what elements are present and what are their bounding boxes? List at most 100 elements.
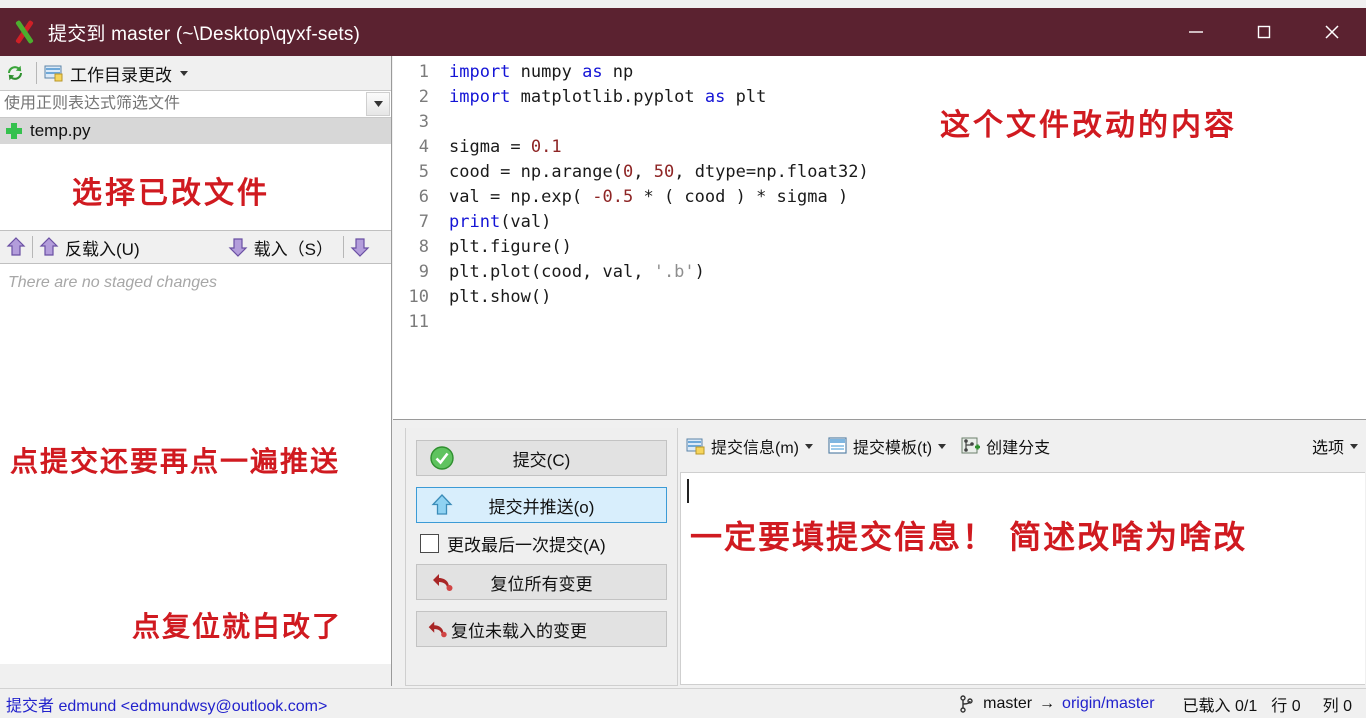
reset-all-changes-button[interactable]: 复位所有变更 — [416, 564, 667, 600]
options-menu[interactable]: 选项 — [1312, 434, 1358, 458]
line-number: 9 — [418, 262, 429, 282]
line-number: 4 — [418, 137, 429, 157]
line-number: 11 — [408, 312, 429, 332]
minimize-button[interactable] — [1162, 8, 1230, 56]
code-line: print(val) — [449, 210, 869, 235]
status-bar: 提交者 edmund <edmundwsy@outlook.com> maste… — [0, 688, 1366, 718]
arrow-down-icon[interactable] — [350, 236, 370, 258]
code-line: import matplotlib.pyplot as plt — [449, 85, 869, 110]
refresh-icon[interactable] — [4, 62, 26, 84]
col-value: 0 — [1343, 697, 1352, 715]
reset-unstaged-changes-button[interactable]: 复位未载入的变更 — [416, 611, 667, 647]
code-token: cood = np.arange( — [449, 162, 623, 182]
plus-added-icon — [6, 123, 22, 139]
reset-all-label: 复位所有变更 — [490, 574, 593, 594]
commit-template-menu[interactable]: 提交模板(t) — [827, 434, 954, 458]
code-line: import numpy as np — [449, 60, 869, 85]
code-token: print — [449, 212, 501, 232]
commit-message-icon — [685, 436, 707, 456]
annotation-select-file: 选择已改文件 — [72, 176, 270, 211]
code-line: val = np.exp( -0.5 * ( cood ) * sigma ) — [449, 185, 869, 210]
filter-row — [0, 90, 391, 118]
window-controls — [1162, 8, 1366, 56]
undo-red-icon — [425, 617, 449, 641]
code-content[interactable]: import numpy as np import matplotlib.pypl… — [437, 60, 869, 335]
amend-checkbox-label: 更改最后一次提交(A) — [447, 536, 606, 555]
tortoisegit-x-icon — [12, 19, 38, 45]
code-line: plt.figure() — [449, 235, 869, 260]
chevron-down-icon[interactable] — [938, 443, 947, 449]
undo-red-icon — [429, 569, 455, 595]
list-item[interactable]: temp.py — [0, 118, 391, 144]
annotation-commit-then-push: 点提交还要再点一遍推送 — [10, 445, 341, 478]
commit-button[interactable]: 提交(C) — [416, 440, 667, 476]
code-line: plt.plot(cood, val, '.b') — [449, 260, 869, 285]
filter-dropdown-button[interactable] — [366, 92, 390, 116]
arrow-up-icon[interactable] — [6, 236, 26, 258]
column-indicator: 列 0 — [1323, 692, 1352, 716]
code-token: 50 — [653, 162, 675, 182]
line-value: 0 — [1291, 697, 1301, 715]
code-token: , — [633, 162, 654, 182]
file-list-toolbar: 工作目录更改 — [0, 56, 391, 90]
code-token: sigma = — [449, 137, 531, 157]
create-branch-button[interactable]: 创建分支 — [960, 434, 1050, 458]
create-branch-icon — [960, 436, 982, 456]
no-staged-changes-text: There are no staged changes — [8, 274, 218, 291]
code-token: import — [449, 87, 511, 107]
code-token: import — [449, 62, 511, 82]
amend-checkbox[interactable] — [420, 534, 439, 553]
amend-checkbox-row[interactable]: 更改最后一次提交(A) — [406, 523, 677, 564]
commit-template-icon — [827, 436, 849, 456]
commit-message-toolbar: 提交信息(m) 提交模板(t) 创建分支 选项 — [679, 428, 1366, 464]
code-token: as — [704, 87, 726, 107]
staged-value: 0/1 — [1235, 697, 1258, 715]
commit-and-push-button[interactable]: 提交并推送(o) — [416, 487, 667, 523]
commit-message-input[interactable] — [680, 472, 1365, 685]
line-number-gutter: 1 2 3 4 5 6 7 8 9 10 11 — [393, 60, 437, 335]
close-button[interactable] — [1298, 8, 1366, 56]
code-token: plt — [725, 87, 767, 107]
file-list-panel: 工作目录更改 temp.py 反载入(U) — [0, 56, 392, 686]
blue-up-arrow-icon — [429, 492, 455, 518]
current-branch: master — [983, 694, 1033, 712]
line-number: 1 — [418, 62, 429, 82]
code-token: plt.figure() — [449, 237, 572, 257]
col-label: 列 — [1322, 697, 1339, 715]
code-token: (val) — [500, 212, 552, 232]
branch-icon — [959, 694, 975, 713]
code-line: cood = np.arange(0, 50, dtype=np.float32… — [449, 160, 869, 185]
maximize-button[interactable] — [1230, 8, 1298, 56]
line-number: 3 — [418, 112, 429, 132]
commit-message-menu[interactable]: 提交信息(m) — [685, 434, 821, 458]
chevron-down-icon[interactable] — [1350, 443, 1358, 449]
code-token: * ( cood ) * sigma ) — [633, 187, 849, 207]
line-number: 6 — [418, 187, 429, 207]
chevron-down-icon[interactable] — [805, 443, 813, 449]
chevron-down-icon[interactable] — [180, 70, 188, 76]
filter-input[interactable] — [0, 95, 340, 113]
author-value: edmund <edmundwsy@outlook.com> — [58, 697, 328, 715]
annotation-must-fill-message: 一定要填提交信息！ 简述改啥为啥改 — [690, 518, 1248, 556]
unstage-button-label[interactable]: 反载入(U) — [65, 235, 140, 260]
stage-button-label[interactable]: 载入（S） — [254, 235, 333, 260]
branch-arrow-icon: → — [1039, 694, 1056, 712]
create-branch-label: 创建分支 — [986, 440, 1051, 457]
green-check-icon — [429, 445, 455, 471]
staged-count: 已载入 0/1 — [1183, 692, 1258, 716]
code-token: numpy — [510, 62, 583, 82]
working-dir-label[interactable]: 工作目录更改 — [70, 61, 172, 86]
file-changes-icon — [43, 63, 65, 83]
commit-button-label: 提交(C) — [512, 450, 571, 470]
code-token: ) — [694, 262, 705, 282]
arrow-up-icon[interactable] — [39, 236, 59, 258]
line-number: 5 — [418, 162, 429, 182]
arrow-down-icon[interactable] — [228, 236, 248, 258]
text-cursor — [687, 479, 689, 503]
options-label: 选项 — [1311, 440, 1344, 457]
toolbar-separator — [36, 62, 37, 84]
code-token: -0.5 — [592, 187, 634, 207]
code-token: matplotlib.pyplot — [510, 87, 705, 107]
window-title: 提交到 master (~\Desktop\qyxf-sets) — [48, 23, 361, 45]
